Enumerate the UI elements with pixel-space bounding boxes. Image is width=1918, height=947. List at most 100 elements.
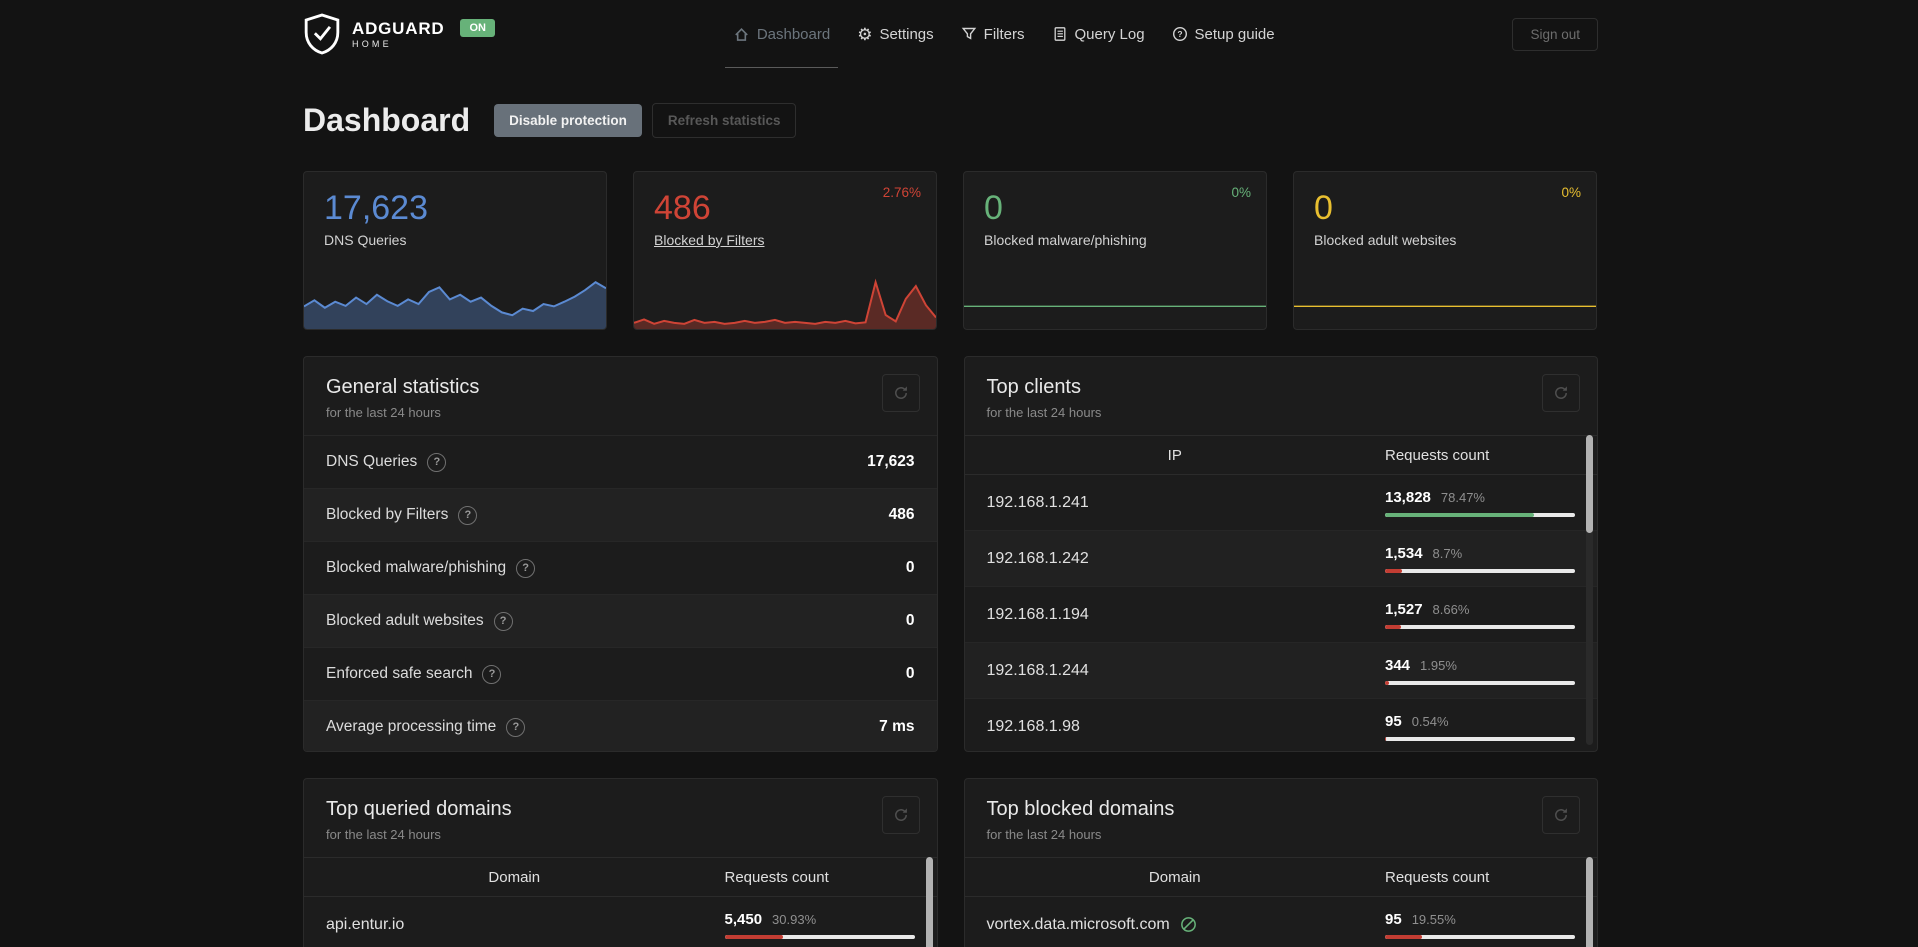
stat-value: 486 [654, 189, 711, 227]
table-row: api.entur.io 5,450 30.93% [304, 897, 937, 947]
help-circle-icon: ? [1172, 26, 1188, 42]
stat-row-label: DNS Queries [326, 453, 418, 470]
blocked-adult-sparkline [1294, 297, 1596, 307]
domain-link[interactable]: api.entur.io [326, 916, 725, 934]
requests-count: 13,828 [1385, 488, 1431, 506]
panel-title: Top blocked domains [986, 798, 1175, 820]
top-clients-table: 192.168.1.241 13,828 78.47% 192.168.1.24… [964, 475, 1597, 751]
refresh-card-button[interactable] [881, 374, 920, 412]
stat-row: Blocked adult websites 0 [304, 594, 937, 647]
progress-bar [1385, 568, 1575, 573]
sign-out-button[interactable]: Sign out [1512, 17, 1598, 51]
stat-row-label: Blocked adult websites [326, 612, 484, 629]
stat-percent: 0% [1561, 185, 1581, 200]
domain-link[interactable]: vortex.data.microsoft.com [987, 915, 1386, 934]
tab-dashboard[interactable]: Dashboard [724, 0, 839, 68]
nav-label: Query Log [1074, 25, 1145, 43]
stat-row: Blocked by Filters 486 [304, 488, 937, 541]
help-icon[interactable] [493, 611, 513, 631]
client-ip-link[interactable]: 192.168.1.242 [987, 550, 1386, 568]
filter-funnel-icon [961, 26, 977, 42]
help-icon[interactable] [482, 664, 502, 684]
panel-title: Top queried domains [326, 798, 512, 820]
client-ip-link[interactable]: 192.168.1.194 [987, 606, 1386, 624]
column-header-requests: Requests count [724, 868, 829, 886]
stat-row: Enforced safe search 0 [304, 647, 937, 700]
progress-bar [724, 934, 915, 939]
query-log-icon [1052, 26, 1068, 42]
stat-row-value: 7 ms [879, 718, 915, 735]
table-row: 192.168.1.242 1,534 8.7% [964, 531, 1597, 587]
client-ip-link[interactable]: 192.168.1.244 [987, 662, 1386, 680]
stat-percent: 0% [1231, 185, 1251, 200]
nav-label: Settings [879, 25, 934, 43]
refresh-statistics-button[interactable]: Refresh statistics [651, 103, 797, 138]
table-row: vortex.data.microsoft.com 95 19.55% [965, 897, 1598, 947]
top-clients-panel: Top clients for the last 24 hours IP Req… [963, 356, 1598, 752]
protection-status-badge: ON [460, 19, 495, 37]
stat-label: DNS Queries [324, 231, 407, 248]
progress-bar [1385, 934, 1575, 939]
requests-count: 95 [1385, 712, 1402, 730]
client-ip: 192.168.1.244 [986, 661, 1089, 679]
stat-row-label: Blocked by Filters [326, 506, 449, 523]
scrollbar-thumb[interactable] [1586, 857, 1593, 947]
refresh-card-button[interactable] [881, 796, 920, 834]
svg-text:?: ? [1177, 29, 1182, 39]
column-header-ip: IP [1167, 446, 1182, 464]
stat-card-blocked-filters: 486 2.76% Blocked by Filters [633, 171, 937, 330]
refresh-card-button[interactable] [1542, 796, 1580, 834]
tab-query-log[interactable]: Query Log [1052, 0, 1145, 68]
stat-value: 0 [1314, 189, 1333, 227]
blocked-filters-sparkline [634, 277, 936, 329]
tab-settings[interactable]: ⚙ Settings [857, 0, 933, 68]
dashboard-icon [733, 26, 750, 43]
client-ip-link[interactable]: 192.168.1.98 [987, 718, 1386, 736]
refresh-icon [894, 386, 907, 399]
help-icon[interactable] [516, 558, 536, 578]
progress-bar-fill [1385, 934, 1423, 939]
scrollbar[interactable] [925, 857, 933, 947]
stat-row-label: Average processing time [326, 718, 497, 735]
requests-percent: 0.54% [1411, 713, 1449, 729]
scrollbar[interactable] [1586, 435, 1593, 745]
requests-count: 1,527 [1385, 600, 1423, 618]
brand-title: ADGUARD [352, 18, 445, 38]
disable-protection-button[interactable]: Disable protection [494, 104, 642, 137]
column-header-requests: Requests count [1385, 868, 1490, 886]
help-icon[interactable] [506, 717, 526, 737]
table-row: 192.168.1.194 1,527 8.66% [964, 587, 1597, 643]
progress-bar [1385, 624, 1575, 629]
main-nav: Dashboard ⚙ Settings Filters Query Log ?… [724, 0, 1275, 68]
panel-subtitle: for the last 24 hours [986, 827, 1102, 842]
stat-value: 0 [984, 189, 1003, 227]
tab-filters[interactable]: Filters [961, 0, 1025, 68]
refresh-icon [1555, 386, 1567, 399]
requests-percent: 19.55% [1411, 911, 1456, 927]
table-row: 192.168.1.244 344 1.95% [964, 643, 1597, 699]
requests-percent: 30.93% [772, 911, 817, 927]
progress-bar [1385, 512, 1575, 517]
tab-setup-guide[interactable]: ? Setup guide [1172, 0, 1275, 68]
help-icon[interactable] [427, 452, 447, 472]
adguard-logo[interactable]: ADGUARD HOME ON [303, 13, 495, 55]
client-ip-link[interactable]: 192.168.1.241 [987, 494, 1386, 512]
table-row: 192.168.1.241 13,828 78.47% [964, 475, 1597, 531]
top-navbar: ADGUARD HOME ON Dashboard ⚙ Settings Fil… [0, 0, 1918, 68]
column-header-domain: Domain [1148, 868, 1201, 886]
scrollbar-thumb[interactable] [1586, 435, 1593, 533]
help-icon[interactable] [458, 505, 478, 525]
stat-value: 17,623 [324, 189, 428, 227]
blocked-by-filters-link[interactable]: Blocked by Filters [654, 232, 764, 248]
stat-row-value: 0 [905, 665, 915, 682]
stat-label: Blocked malware/phishing [984, 231, 1147, 248]
refresh-card-button[interactable] [1542, 374, 1580, 412]
scrollbar[interactable] [1586, 857, 1593, 947]
scrollbar-thumb[interactable] [925, 857, 933, 947]
domain-name: api.entur.io [326, 915, 405, 933]
blocked-malware-sparkline [964, 297, 1266, 307]
stat-row-value: 486 [888, 506, 915, 523]
panel-subtitle: for the last 24 hours [326, 827, 441, 842]
progress-bar-fill [1385, 512, 1535, 517]
nav-label: Dashboard [756, 25, 831, 43]
